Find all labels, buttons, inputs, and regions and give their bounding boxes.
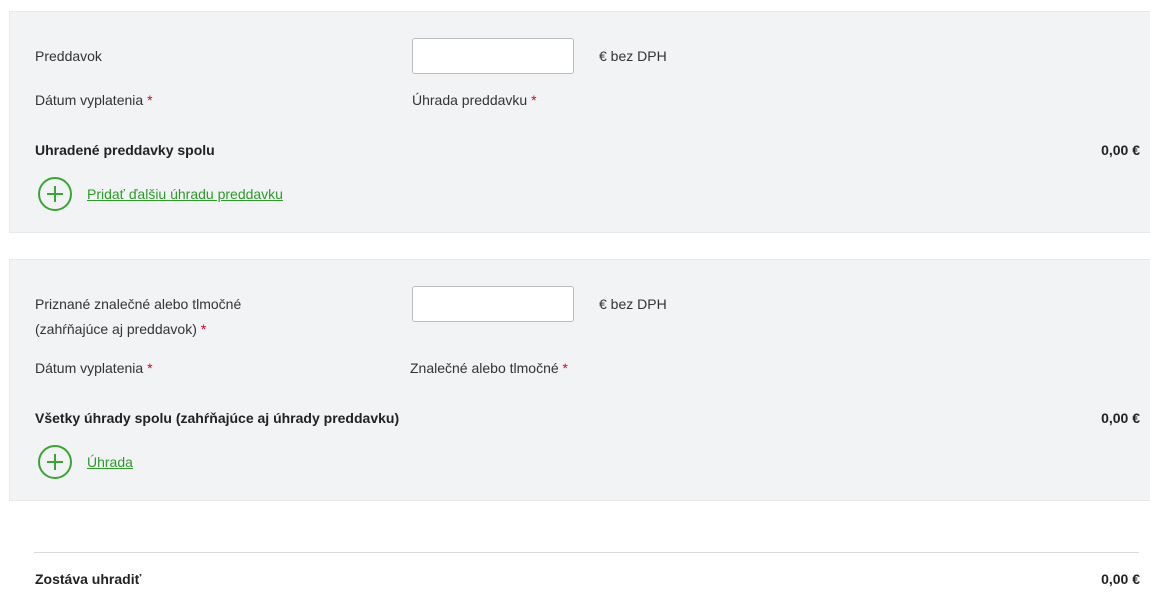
- add-circle-icon[interactable]: [38, 177, 72, 211]
- advance-unit-label: € bez DPH: [599, 48, 667, 64]
- add-advance-payment-link[interactable]: Pridať ďalšiu úhradu preddavku: [87, 185, 283, 203]
- required-mark: *: [200, 321, 207, 337]
- granted-fee-unit-label: € bez DPH: [599, 296, 667, 312]
- advance-total-value: 0,00 €: [1101, 142, 1140, 158]
- advance-payment-label: Úhrada preddavku *: [412, 92, 537, 108]
- fees-total-label: Všetky úhrady spolu (zahŕňajúce aj úhrad…: [35, 410, 400, 426]
- required-mark: *: [562, 360, 568, 376]
- remaining-label: Zostáva uhradiť: [35, 571, 142, 587]
- summary-divider: [34, 552, 1139, 553]
- required-mark: *: [147, 92, 153, 108]
- add-circle-icon[interactable]: [38, 445, 72, 479]
- fee-payment-date-label: Dátum vyplatenia *: [35, 360, 153, 376]
- fee-amount-label: Znalečné alebo tlmočné *: [410, 360, 568, 376]
- required-mark: *: [531, 92, 537, 108]
- advance-payment-date-label: Dátum vyplatenia *: [35, 92, 153, 108]
- granted-fee-label-line2: (zahŕňajúce aj preddavok) *: [35, 321, 207, 337]
- fees-total-value: 0,00 €: [1101, 410, 1140, 426]
- advance-total-label: Uhradené preddavky spolu: [35, 142, 215, 158]
- advance-label: Preddavok: [35, 48, 102, 64]
- required-mark: *: [147, 360, 153, 376]
- add-payment-link[interactable]: Úhrada: [87, 453, 133, 471]
- remaining-value: 0,00 €: [1101, 571, 1140, 587]
- granted-fee-input[interactable]: [412, 286, 574, 322]
- advance-amount-input[interactable]: [412, 38, 574, 74]
- granted-fee-label-line1: Priznané znalečné alebo tlmočné: [35, 296, 242, 312]
